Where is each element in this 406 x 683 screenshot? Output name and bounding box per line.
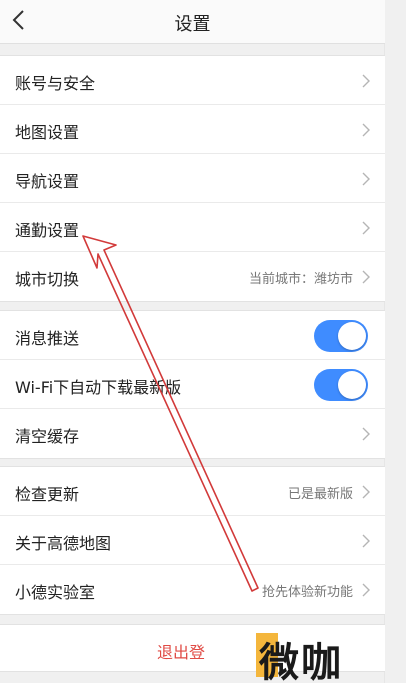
chevron-right-icon bbox=[362, 485, 370, 499]
account-settings-group: 账号与安全 地图设置 导航设置 通勤设置 城市切换 当前城市：潍坊市 bbox=[0, 55, 385, 302]
settings-row-map[interactable]: 地图设置 bbox=[0, 105, 385, 154]
lab-hint-value: 抢先体验新功能 bbox=[261, 585, 353, 600]
settings-row-commute[interactable]: 通勤设置 bbox=[0, 203, 385, 252]
chevron-right-icon bbox=[362, 172, 370, 186]
wifi-update-toggle[interactable] bbox=[314, 369, 368, 401]
settings-row-navigation[interactable]: 导航设置 bbox=[0, 154, 385, 203]
row-label: 地图设置 bbox=[15, 123, 80, 142]
update-status-value: 已是最新版 bbox=[287, 487, 353, 502]
settings-row-wifi-update: Wi-Fi下自动下载最新版 bbox=[0, 360, 385, 409]
settings-row-clear-cache[interactable]: 清空缓存 bbox=[0, 409, 385, 458]
chevron-right-icon bbox=[362, 270, 370, 284]
row-label: 通勤设置 bbox=[15, 221, 80, 240]
row-label: 清空缓存 bbox=[15, 427, 80, 446]
toggle-knob bbox=[338, 371, 366, 399]
row-label: 城市切换 bbox=[15, 270, 80, 289]
push-toggle[interactable] bbox=[314, 320, 368, 352]
chevron-right-icon bbox=[362, 221, 370, 235]
header-bar: 设置 bbox=[0, 0, 385, 44]
watermark-text: 微咖 bbox=[259, 640, 343, 683]
chevron-right-icon bbox=[362, 123, 370, 137]
chevron-right-icon bbox=[362, 427, 370, 441]
row-label: 关于高德地图 bbox=[15, 534, 112, 553]
settings-row-push: 消息推送 bbox=[0, 311, 385, 360]
row-label: 消息推送 bbox=[15, 329, 80, 348]
settings-row-lab[interactable]: 小德实验室 抢先体验新功能 bbox=[0, 565, 385, 614]
chevron-right-icon bbox=[362, 74, 370, 88]
notification-settings-group: 消息推送 Wi-Fi下自动下载最新版 清空缓存 bbox=[0, 310, 385, 459]
settings-row-about[interactable]: 关于高德地图 bbox=[0, 516, 385, 565]
row-label: 检查更新 bbox=[15, 485, 80, 504]
row-label: 导航设置 bbox=[15, 172, 80, 191]
page-title: 设置 bbox=[174, 14, 211, 35]
row-label: Wi-Fi下自动下载最新版 bbox=[15, 378, 182, 397]
settings-row-city-switch[interactable]: 城市切换 当前城市：潍坊市 bbox=[0, 252, 385, 301]
settings-screen: 设置 账号与安全 地图设置 导航设置 通勤设置 城市切换 当前城市：潍坊市 消息… bbox=[0, 0, 385, 683]
settings-row-check-update[interactable]: 检查更新 已是最新版 bbox=[0, 467, 385, 516]
current-city-value: 当前城市：潍坊市 bbox=[248, 272, 353, 287]
chevron-right-icon bbox=[362, 534, 370, 548]
settings-row-account-security[interactable]: 账号与安全 bbox=[0, 56, 385, 105]
row-label: 小德实验室 bbox=[15, 583, 96, 602]
watermark-logo: 微咖 bbox=[247, 625, 367, 683]
chevron-right-icon bbox=[362, 583, 370, 597]
row-label: 账号与安全 bbox=[15, 74, 96, 93]
logout-label: 退出登 bbox=[157, 643, 206, 662]
toggle-knob bbox=[338, 322, 366, 350]
about-settings-group: 检查更新 已是最新版 关于高德地图 小德实验室 抢先体验新功能 bbox=[0, 466, 385, 615]
